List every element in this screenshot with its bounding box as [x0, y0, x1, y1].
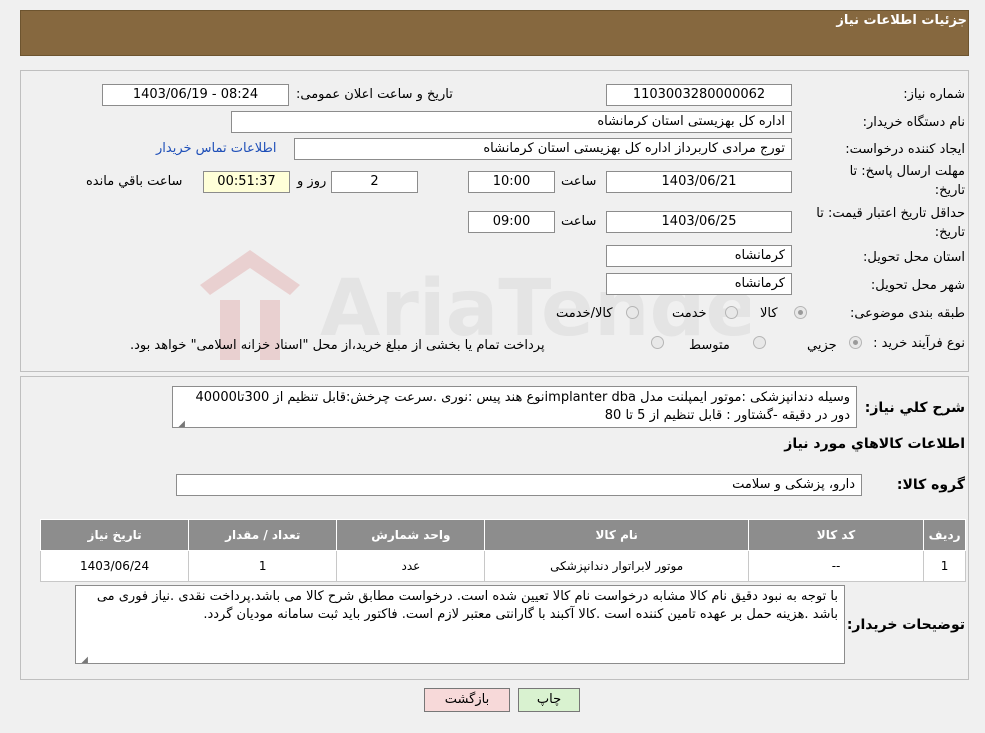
treasury-note: پرداخت تمام یا بخشی از مبلغ خرید،از محل …	[130, 338, 545, 353]
buyer-org-field[interactable]: اداره کل بهزیستی استان کرمانشاه	[231, 111, 792, 133]
purchase-option-medium: متوسط	[689, 338, 730, 353]
goods-code-cell: --	[747, 550, 925, 582]
creator-label: ایجاد کننده درخواست:	[845, 142, 965, 157]
col-date-header: تاریخ نیاز	[39, 519, 190, 551]
province-label: استان محل تحویل:	[863, 250, 965, 265]
row-number-cell: 1	[923, 550, 966, 582]
back-button[interactable]: بازگشت	[424, 688, 510, 712]
deadline-time-label: ساعت	[561, 174, 597, 189]
deadline-time-field[interactable]: 10:00	[468, 171, 555, 193]
description-text: وسیله دندانپزشکی :موتور ایمپلنت مدل impl…	[195, 390, 851, 423]
table-row: 1 -- موتور لابراتوار دندانپزشکی عدد 1 14…	[39, 550, 966, 582]
goods-group-label: گروه کالا:	[896, 477, 965, 493]
print-button[interactable]: چاپ	[518, 688, 580, 712]
city-label: شهر محل تحویل:	[870, 278, 965, 293]
page-title: جزئیات اطلاعات نیاز	[836, 13, 967, 28]
quantity-cell: 1	[188, 550, 338, 582]
validity-time-field[interactable]: 09:00	[468, 211, 555, 233]
category-radio-service[interactable]	[725, 306, 738, 319]
deadline-label-date: تاریخ:	[934, 183, 965, 198]
col-unit-header: واحد شمارش	[336, 519, 486, 551]
goods-name-cell: موتور لابراتوار دندانپزشکی	[484, 550, 749, 582]
validity-date-field[interactable]: 1403/06/25	[606, 211, 792, 233]
goods-table: ردیف کد کالا نام کالا واحد شمارش تعداد /…	[39, 519, 966, 582]
city-field[interactable]: کرمانشاه	[606, 273, 792, 295]
remaining-label: ساعت باقي مانده	[86, 174, 183, 189]
category-label: طبقه بندی موضوعی:	[849, 306, 965, 321]
description-textarea[interactable]: وسیله دندانپزشکی :موتور ایمپلنت مدل impl…	[172, 386, 857, 428]
buyer-contact-link[interactable]: اطلاعات تماس خریدار	[156, 141, 276, 156]
category-option-service: خدمت	[672, 306, 707, 321]
buyer-notes-text: با توجه به نبود دقیق نام کالا مشابه درخو…	[96, 589, 838, 622]
table-header-row: ردیف کد کالا نام کالا واحد شمارش تعداد /…	[39, 519, 966, 551]
need-date-cell: 1403/06/24	[39, 550, 190, 582]
purchase-type-label: نوع فرآیند خرید :	[873, 336, 965, 351]
category-radio-goods-service[interactable]	[626, 306, 639, 319]
announce-date-field[interactable]: 1403/06/19 - 08:24	[102, 84, 289, 106]
col-row-header: ردیف	[923, 519, 966, 551]
creator-field[interactable]: تورج مرادی کاربرداز اداره کل بهزیستی است…	[294, 138, 792, 160]
deadline-date-field[interactable]: 1403/06/21	[606, 171, 792, 193]
buyer-notes-label: توضیحات خریدار:	[846, 617, 965, 633]
description-label: شرح کلي نیاز:	[864, 400, 965, 416]
remaining-time-field[interactable]: 00:51:37	[203, 171, 290, 193]
purchase-radio-minor[interactable]	[849, 336, 862, 349]
resize-grip-icon[interactable]: ◢	[78, 652, 88, 663]
days-label: روز و	[297, 174, 327, 189]
treasury-checkbox[interactable]	[651, 336, 664, 349]
category-option-goods: کالا	[760, 306, 778, 321]
page-header	[20, 10, 969, 56]
col-code-header: کد کالا	[747, 519, 925, 551]
province-field[interactable]: کرمانشاه	[606, 245, 792, 267]
goods-info-title: اطلاعات کالاهاي مورد نياز	[784, 436, 965, 452]
resize-grip-icon[interactable]: ◢	[175, 416, 185, 427]
validity-time-label: ساعت	[561, 214, 597, 229]
buyer-org-label: نام دستگاه خریدار:	[862, 115, 965, 130]
category-option-goods-service: کالا/خدمت	[556, 306, 613, 321]
remaining-days-field[interactable]: 2	[331, 171, 418, 193]
goods-group-field[interactable]: دارو، پزشکی و سلامت	[176, 474, 862, 496]
need-number-field[interactable]: 1103003280000062	[606, 84, 792, 106]
purchase-radio-medium[interactable]	[753, 336, 766, 349]
col-name-header: نام کالا	[484, 519, 749, 551]
col-qty-header: تعداد / مقدار	[188, 519, 338, 551]
validity-label-date: تاریخ:	[934, 225, 965, 240]
category-radio-goods[interactable]	[794, 306, 807, 319]
purchase-option-minor: جزیي	[807, 338, 837, 353]
buyer-notes-textarea[interactable]: با توجه به نبود دقیق نام کالا مشابه درخو…	[75, 585, 845, 664]
need-number-label: شماره نیاز:	[903, 87, 965, 102]
validity-label: حداقل تاریخ اعتبار قیمت: تا	[816, 206, 965, 221]
unit-cell: عدد	[336, 550, 486, 582]
deadline-label: مهلت ارسال پاسخ: تا	[849, 164, 965, 179]
announce-date-label: تاریخ و ساعت اعلان عمومی:	[296, 87, 453, 102]
